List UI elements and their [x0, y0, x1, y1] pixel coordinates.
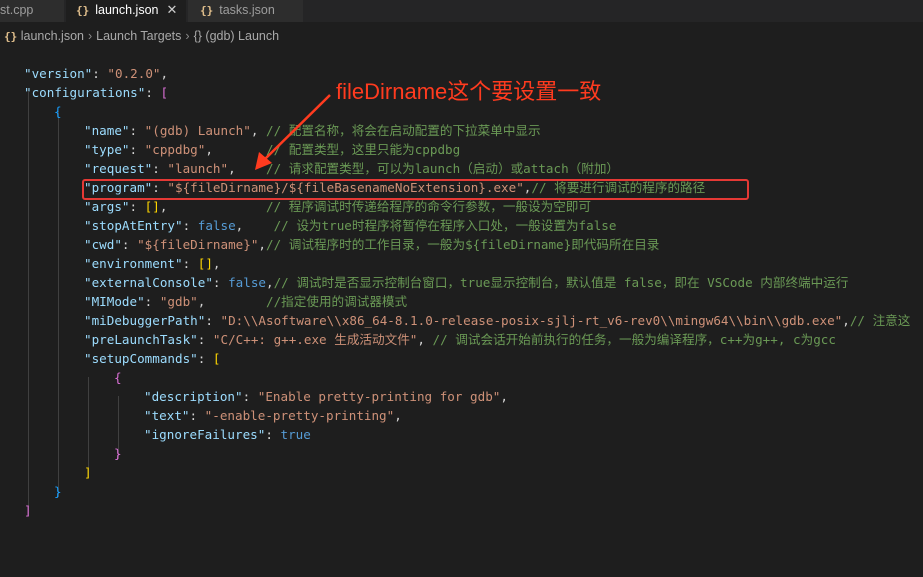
annotation-text: fileDirname这个要设置一致: [336, 79, 602, 104]
